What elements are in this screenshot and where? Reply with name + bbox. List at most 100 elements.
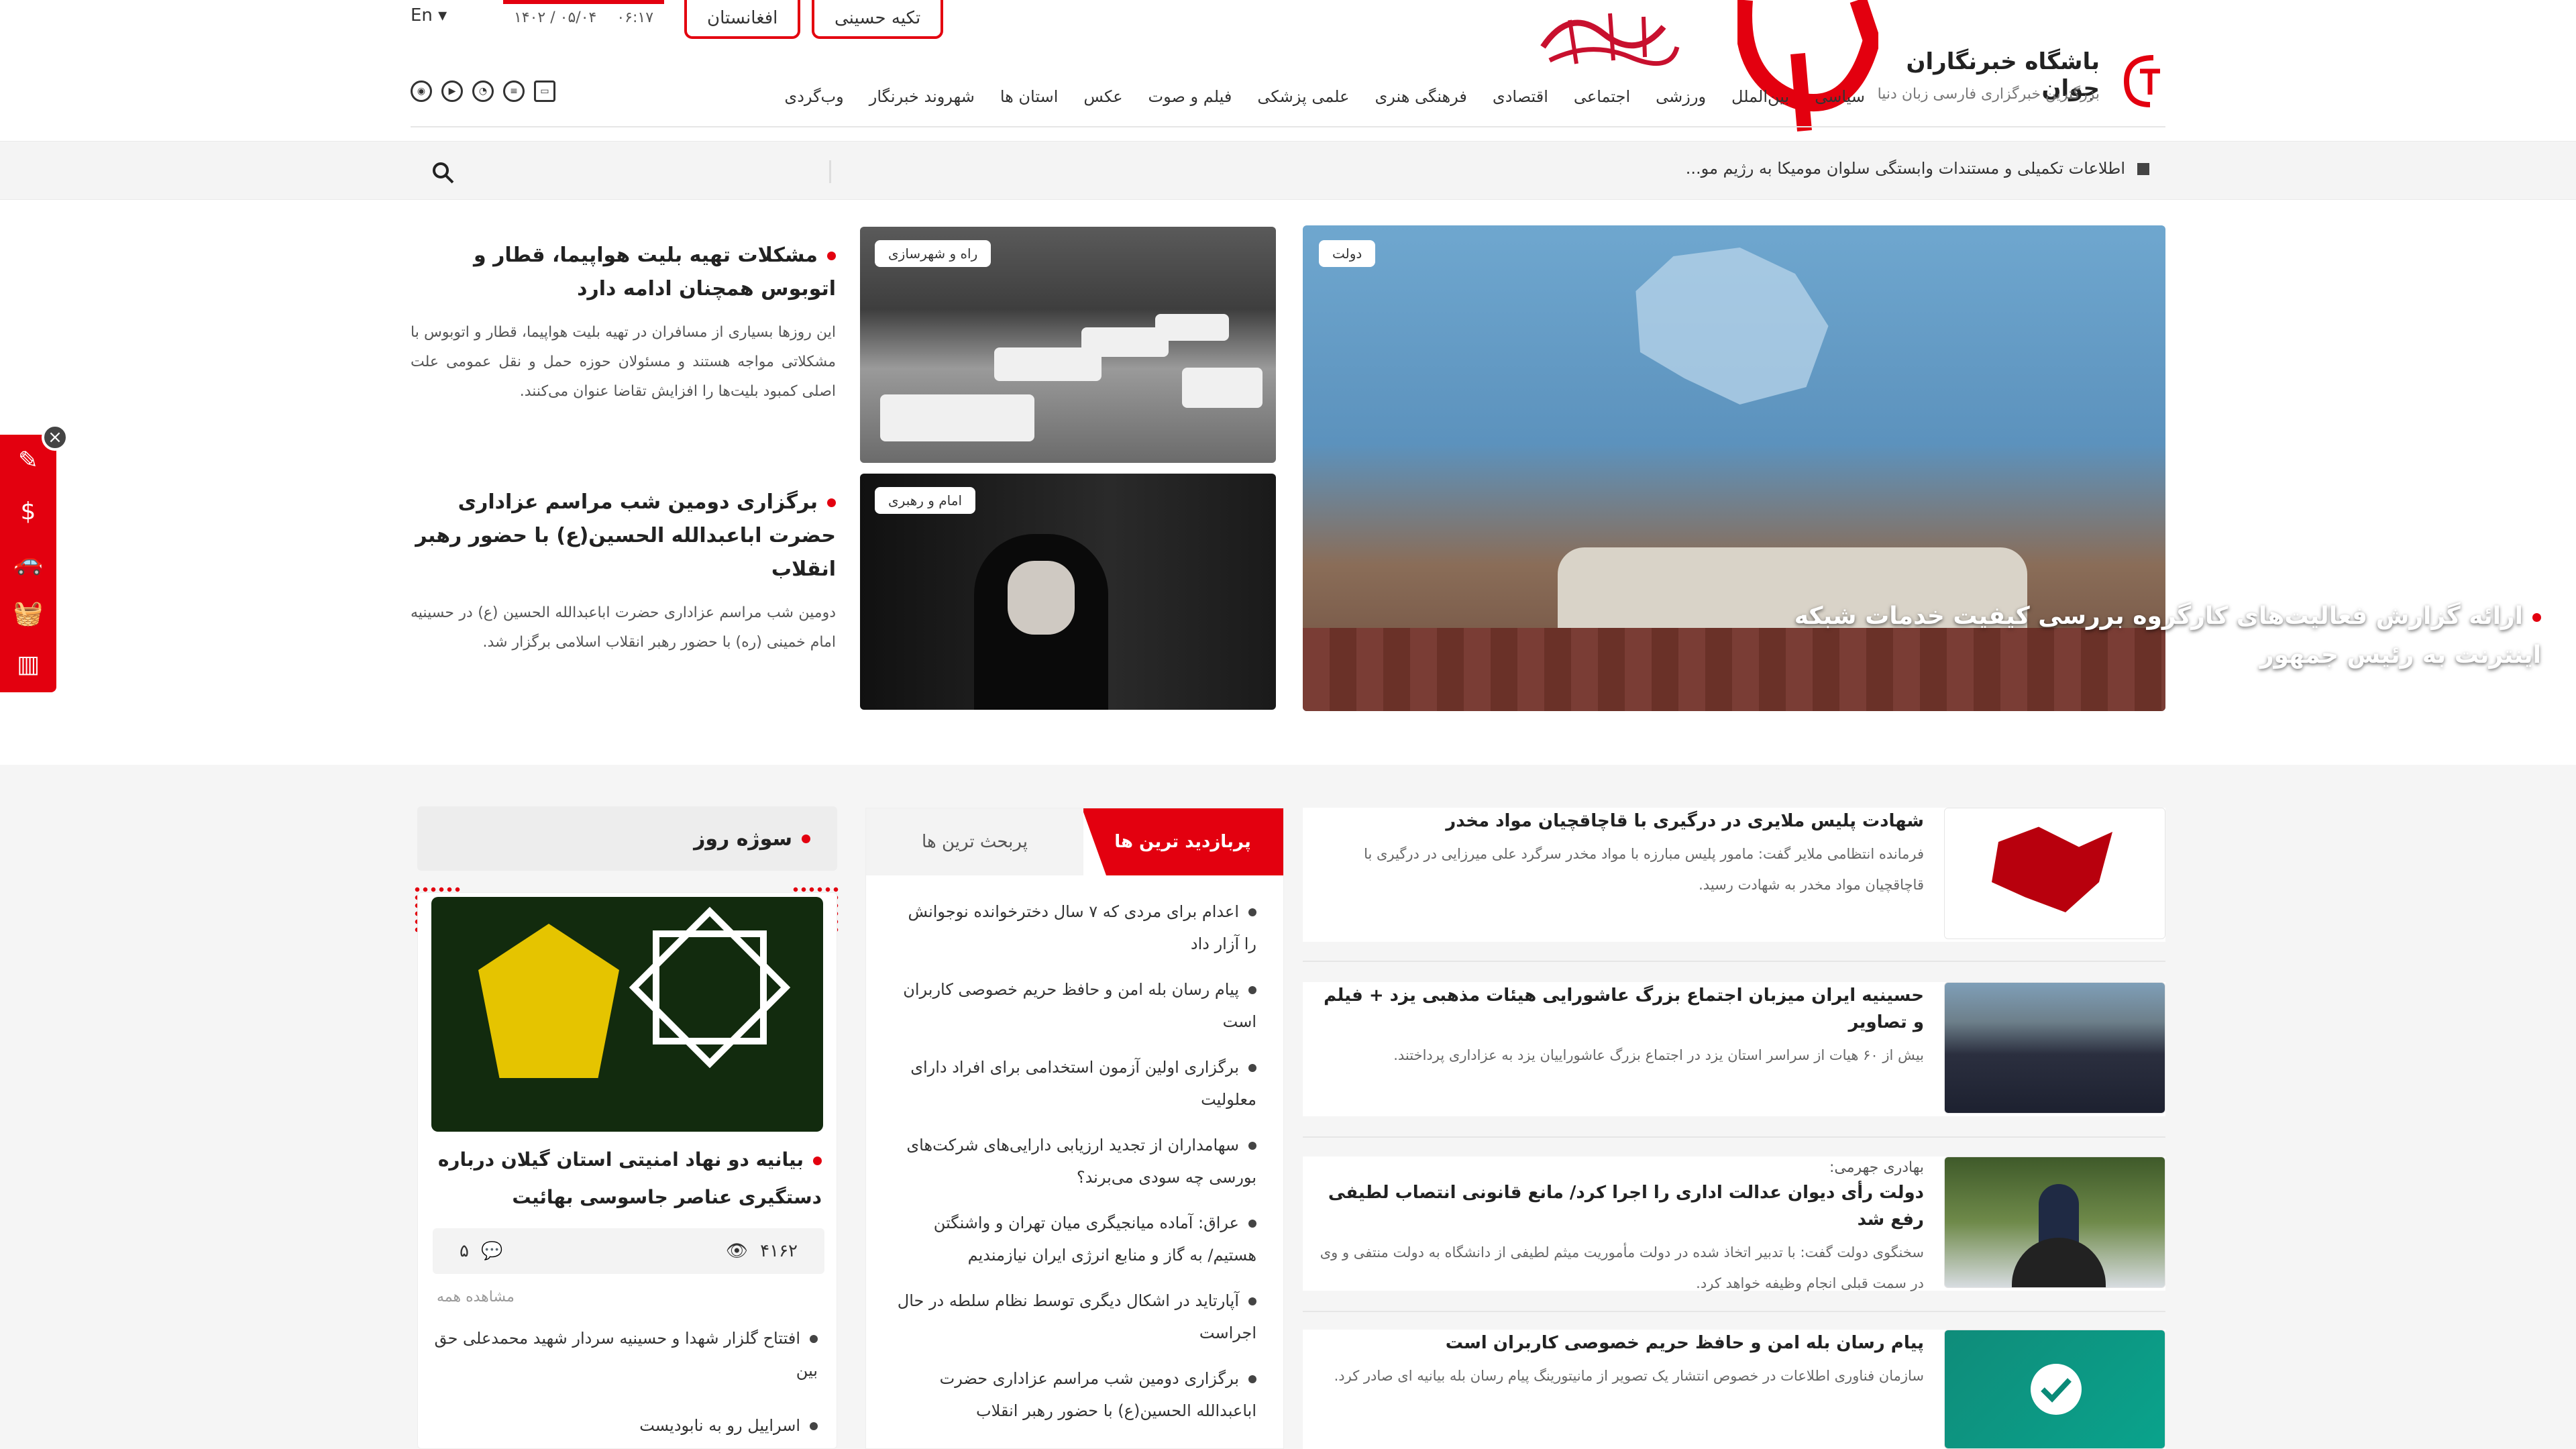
news-ticker: اطلاعات تکمیلی و مستندات وابستگی سلوان م… xyxy=(0,141,2576,200)
pill-tekyeh[interactable]: تکیه حسینی xyxy=(812,0,944,39)
bar-chart-icon[interactable]: ▥ xyxy=(0,639,56,690)
news-title[interactable]: شهادت پلیس ملایری در درگیری با قاچاقچیان… xyxy=(1307,808,1924,835)
comment-icon: 💬 xyxy=(481,1241,503,1261)
side-story-2[interactable]: برگزاری دومین شب مراسم عزاداری حضرت اباع… xyxy=(411,486,836,657)
news-thumb[interactable] xyxy=(1944,808,2165,939)
side-story-1-text: این روزها بسیاری از مسافران در تهیه بلیت… xyxy=(411,324,836,400)
current-time: ۰۶:۱۷ xyxy=(616,9,654,26)
header-divider xyxy=(411,126,2165,127)
news-item[interactable]: پیام رسان بله امن و حافظ حریم خصوصی کارب… xyxy=(1303,1330,2165,1449)
news-divider xyxy=(1303,961,2165,962)
caption-bullet xyxy=(2532,612,2541,622)
news-item[interactable]: شهادت پلیس ملایری در درگیری با قاچاقچیان… xyxy=(1303,808,2165,942)
news-thumb[interactable] xyxy=(1944,1330,2165,1449)
pill-afghanistan[interactable]: افغانستان xyxy=(684,0,801,39)
nav-culture-art[interactable]: فرهنگی هنری xyxy=(1375,87,1466,106)
car-icon[interactable]: 🚗 xyxy=(0,537,56,588)
nav-international[interactable]: بین‌الملل xyxy=(1731,87,1789,106)
search-icon[interactable] xyxy=(429,159,456,186)
nav-photo[interactable]: عکس xyxy=(1083,87,1122,106)
ticker-item[interactable]: اطلاعات تکمیلی و مستندات وابستگی سلوان م… xyxy=(1686,159,2149,178)
news-summary: سخنگوی دولت گفت: با تدبیر اتخاذ شده در د… xyxy=(1320,1244,1924,1291)
tab-most-visited[interactable]: پربازدید ترین ها xyxy=(1082,808,1283,875)
chart-icon[interactable]: ◔ xyxy=(472,80,494,102)
date-time: ۱۴۰۲ / ۰۵/۰۴ ۰۶:۱۷ xyxy=(503,0,664,31)
views-count: 👁 ۴۱۶۲ xyxy=(725,1241,798,1261)
news-divider xyxy=(1303,1311,2165,1312)
hero-main-tag[interactable]: دولت xyxy=(1319,240,1376,267)
hot-topic-stats: ۵ 💬 👁 ۴۱۶۲ xyxy=(433,1228,824,1274)
tab-most-discussed[interactable]: پربحث ترین ها xyxy=(866,808,1083,875)
side-story-1[interactable]: مشکلات تهیه بلیت هواپیما، قطار و اتوبوس … xyxy=(411,239,836,407)
podcast-icon[interactable]: ◉ xyxy=(411,80,432,102)
list-icon[interactable]: ≡ xyxy=(503,80,525,102)
nav-science-medical[interactable]: علمی پزشکی xyxy=(1257,87,1349,106)
most-visited-box: پربازدید ترین ها پربحث ترین ها اعدام برا… xyxy=(865,808,1284,1449)
language-switch[interactable]: En ▾ xyxy=(411,5,447,25)
check-icon xyxy=(2041,1378,2072,1403)
list-item[interactable]: سهامداران از تجدید ارزیابی دارایی‌های شر… xyxy=(894,1129,1256,1193)
news-item[interactable]: حسینیه ایران میزبان اجتماع بزرگ عاشورایی… xyxy=(1303,982,2165,1116)
hot-topic-list: افتتاح گلزار شهدا و حسینیه سردار شهید مح… xyxy=(434,1322,818,1449)
comments-count: ۵ 💬 xyxy=(460,1241,503,1261)
money-bag-icon[interactable]: $ xyxy=(0,486,56,537)
nav-sports[interactable]: ورزشی xyxy=(1656,87,1706,106)
list-item[interactable]: پیام رسان بله امن و حافظ حریم خصوصی کارب… xyxy=(894,973,1256,1038)
news-item[interactable]: بهادری جهرمی: دولت رأی دیوان عدالت اداری… xyxy=(1303,1157,2165,1291)
list-item[interactable]: آپارتاید در اشکال دیگری توسط نظام سلطه د… xyxy=(894,1285,1256,1349)
nav-provinces[interactable]: استان ها xyxy=(1000,87,1059,106)
main-nav: سیاسی بین‌الملل ورزشی اجتماعی اقتصادی فر… xyxy=(784,87,1865,106)
close-icon[interactable]: × xyxy=(42,424,68,451)
news-title[interactable]: دولت رأی دیوان عدالت اداری را اجرا کرد/ … xyxy=(1307,1179,1924,1233)
hot-topic-title[interactable]: بیانیه دو نهاد امنیتی استان گیلان درباره… xyxy=(430,1141,822,1216)
list-item[interactable]: برگزاری اولین آزمون استخدامی برای افراد … xyxy=(894,1051,1256,1116)
eye-icon: 👁 xyxy=(725,1241,748,1261)
hot-topic-card: بیانیه دو نهاد امنیتی استان گیلان درباره… xyxy=(417,892,837,1449)
top-icons: ◉ ▶ ◔ ≡ ▭ xyxy=(411,80,555,102)
side-story-2-text: دومین شب مراسم عزاداری حضرت اباعبدالله ا… xyxy=(411,604,836,651)
nav-video-audio[interactable]: فیلم و صوت xyxy=(1148,87,1232,106)
hot-topic-image[interactable] xyxy=(431,897,823,1132)
ticker-bullet-icon xyxy=(2137,163,2149,175)
news-pretitle: بهادری جهرمی: xyxy=(1829,1159,1924,1176)
nav-web-browse[interactable]: وب‌گردی xyxy=(784,87,843,106)
list-item[interactable]: اسراییل رو به نابودیست xyxy=(434,1409,818,1442)
news-title[interactable]: حسینیه ایران میزبان اجتماع بزرگ عاشورایی… xyxy=(1307,982,1924,1036)
news-thumb[interactable] xyxy=(1944,982,2165,1114)
news-summary: فرمانده انتظامی ملایر گفت: مامور پلیس مب… xyxy=(1364,846,1924,893)
hot-topic-heading: سوژه روز xyxy=(417,806,837,871)
nav-citizen-reporter[interactable]: شهروند خبرنگار xyxy=(869,87,975,106)
side-story-1-title: مشکلات تهیه بلیت هواپیما، قطار و اتوبوس … xyxy=(474,244,836,301)
news-divider xyxy=(1303,1136,2165,1138)
site-header: En ▾ ۱۴۰۲ / ۰۵/۰۴ ۰۶:۱۷ افغانستان تکیه ح… xyxy=(0,0,2576,141)
hero-small1-tag[interactable]: راه و شهرسازی xyxy=(875,240,991,267)
nav-politics[interactable]: سیاسی xyxy=(1815,87,1865,106)
nav-economy[interactable]: اقتصادی xyxy=(1493,87,1548,106)
hero-main-caption[interactable]: ارائه گزارش فعالیت‌های کارگروه بررسی کیف… xyxy=(1750,597,2541,675)
list-item[interactable]: افتتاح گلزار شهدا و حسینیه سردار شهید مح… xyxy=(434,1322,818,1387)
site-logo-icon[interactable] xyxy=(2113,51,2167,111)
hero-small2-tag[interactable]: امام و رهبری xyxy=(875,487,976,514)
news-title[interactable]: پیام رسان بله امن و حافظ حریم خصوصی کارب… xyxy=(1307,1330,1924,1356)
side-story-2-title: برگزاری دومین شب مراسم عزاداری حضرت اباع… xyxy=(415,490,836,581)
brand-mark-logo xyxy=(1737,0,1878,131)
labbaik-calligraphy-logo xyxy=(1540,13,1680,66)
tv-icon[interactable]: ▭ xyxy=(534,80,555,102)
most-visited-list: اعدام برای مردی که ۷ سال دخترخوانده نوجو… xyxy=(894,896,1256,1440)
list-item[interactable]: برگزاری دومین شب مراسم عزاداری حضرت اباع… xyxy=(894,1362,1256,1427)
brand-subtitle: بزرگترین خبرگزاری فارسی زبان دنیا xyxy=(1877,86,2100,103)
side-quick-menu: ✎ $ 🚗 🧺 ▥ xyxy=(0,435,56,692)
list-item[interactable]: عراق: آماده میانجیگری میان تهران و واشنگ… xyxy=(894,1207,1256,1271)
news-thumb[interactable] xyxy=(1944,1157,2165,1288)
lower-section-bg xyxy=(0,765,2576,1449)
news-summary: سازمان فناوری اطلاعات در خصوص انتشار یک … xyxy=(1334,1368,1924,1384)
list-item[interactable]: اعدام برای مردی که ۷ سال دخترخوانده نوجو… xyxy=(894,896,1256,960)
nav-social[interactable]: اجتماعی xyxy=(1574,87,1630,106)
news-summary: بیش از ۶۰ هیات از سراسر استان یزد در اجت… xyxy=(1393,1047,1924,1063)
basket-icon[interactable]: 🧺 xyxy=(0,588,56,639)
iran-map-decor xyxy=(1635,248,1829,405)
ticker-separator xyxy=(829,160,831,183)
see-all-link[interactable]: مشاهده همه xyxy=(437,1289,515,1305)
play-icon[interactable]: ▶ xyxy=(441,80,463,102)
current-date: ۱۴۰۲ / ۰۵/۰۴ xyxy=(513,9,597,26)
